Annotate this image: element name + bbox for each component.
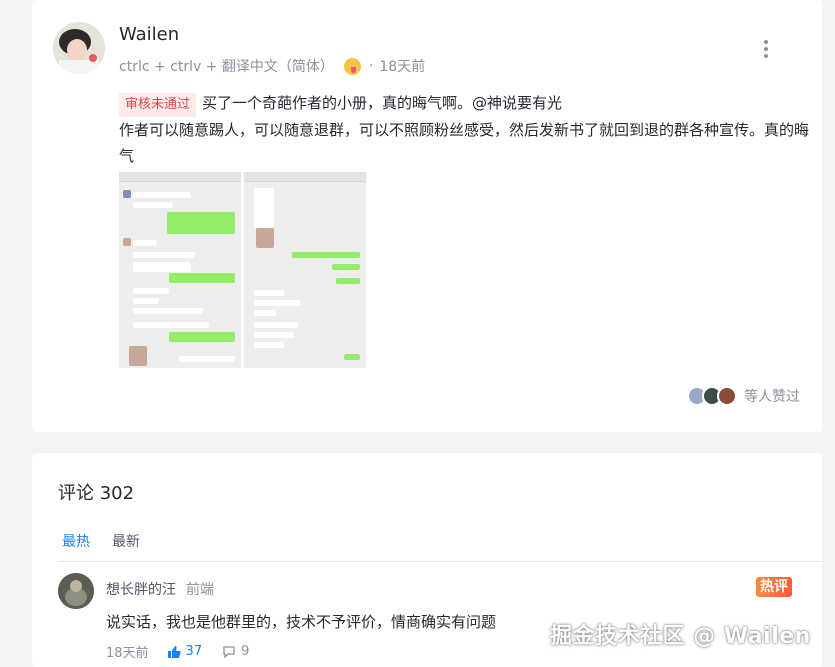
author-avatar[interactable] [53, 22, 105, 74]
comment-time: 18天前 [106, 646, 149, 661]
watermark: 掘金技术社区 @ Wailen [550, 624, 811, 649]
post-image-1[interactable] [119, 172, 241, 368]
likers-text: 等人赞过 [744, 389, 800, 405]
liker-avatar [717, 386, 737, 406]
commenter-avatar[interactable] [58, 573, 94, 609]
comment-like-button[interactable]: 37 [167, 644, 203, 659]
comment-footer: 18天前 37 9 [106, 642, 249, 661]
meta-separator: · [368, 58, 374, 74]
post-image-2[interactable] [244, 172, 366, 368]
post-line-1: 买了一个奇葩作者的小册，真的晦气啊。@神说要有光 [202, 94, 563, 112]
hot-comment-badge: 热评 [756, 577, 792, 597]
commenter-position: 前端 [186, 582, 214, 598]
more-options-icon[interactable] [764, 40, 768, 58]
author-name[interactable]: Wailen [119, 24, 179, 45]
post-card: Wailen ctrlc + ctrlv + 翻译中文（简体） · 18天前 审… [32, 0, 822, 432]
commenter-info: 想长胖的汪 前端 [106, 579, 214, 599]
tongue-emoji-icon [343, 57, 361, 75]
post-content: 审核未通过 买了一个奇葩作者的小册，真的晦气啊。@神说要有光 作者可以随意踢人，可… [119, 90, 809, 169]
comments-title: 评论 302 [58, 483, 135, 504]
post-time: 18天前 [379, 59, 426, 75]
comment-reply-button[interactable]: 9 [222, 644, 249, 659]
comment-sort-tabs: 最热 最新 [62, 531, 140, 551]
author-bio: ctrlc + ctrlv + 翻译中文（简体） [119, 59, 334, 75]
comment-bubble-icon [223, 645, 235, 659]
thumbs-up-icon [167, 645, 181, 658]
review-status-badge: 审核未通过 [119, 93, 197, 117]
tab-hot[interactable]: 最热 [62, 531, 90, 551]
tab-new[interactable]: 最新 [112, 531, 140, 551]
likers-summary[interactable]: 等人赞过 [687, 386, 800, 406]
commenter-name[interactable]: 想长胖的汪 [106, 582, 176, 598]
post-meta: ctrlc + ctrlv + 翻译中文（简体） · 18天前 [119, 56, 425, 76]
comment-text: 说实话，我也是他群里的，技术不予评价，情商确实有问题 [106, 613, 497, 631]
comment-reply-count: 9 [241, 644, 250, 659]
post-line-2: 作者可以随意踢人，可以随意退群，可以不照顾粉丝感受，然后发新书了就回到退的群各种… [119, 121, 810, 165]
divider [58, 561, 822, 562]
comment-like-count: 37 [185, 644, 203, 659]
